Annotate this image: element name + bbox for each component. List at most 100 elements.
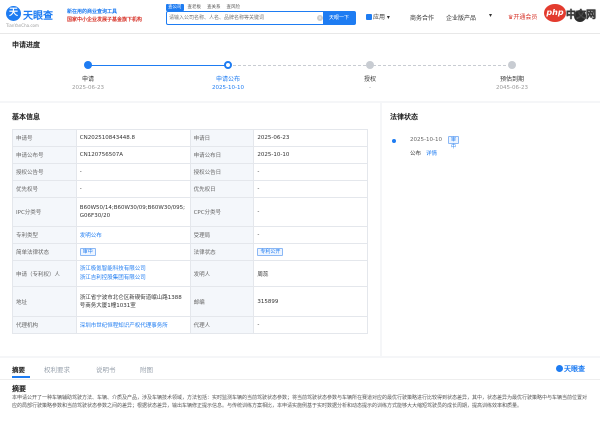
field-value: - <box>253 226 368 244</box>
legal-tag: 审中 <box>448 136 460 150</box>
apps-menu[interactable]: 应用 ▾ <box>366 12 390 21</box>
step-label: 申请公布 <box>215 76 241 83</box>
patent-type-link[interactable]: 发明公布 <box>80 233 102 239</box>
progress-line-done <box>88 65 228 66</box>
watermark-text: 中文网 <box>566 10 596 21</box>
step-date: 2025-06-23 <box>72 85 104 91</box>
field-label: 地址 <box>12 286 77 317</box>
field-value: B60W50/14;B60W30/09;B60W30/095;G06F30/20 <box>75 197 191 227</box>
step-dot-grant <box>366 61 374 69</box>
legal-type: 公布 <box>410 151 422 157</box>
field-value: 浙江省宁波市北仑区新碶街道岷山路1388号商务大厦1幢1031室 <box>75 286 191 317</box>
field-value: 周蕊 <box>253 260 368 287</box>
basic-info-table: 申请号 CN202510843448.8 申请日 2025-06-23 申请公布… <box>12 129 368 334</box>
search-button[interactable]: 天眼一下 <box>323 12 355 24</box>
table-row: 申请号 CN202510843448.8 申请日 2025-06-23 <box>12 129 368 147</box>
field-label: 代理人 <box>189 316 255 334</box>
tab-figures[interactable]: 附图 <box>140 364 153 374</box>
nav-enterprise-products[interactable]: 企业版产品 <box>446 13 476 22</box>
field-value: 2025-06-23 <box>253 129 368 147</box>
field-label: 代理机构 <box>12 316 77 334</box>
table-row: 专利类型 发明公布 受理局 - <box>12 226 368 244</box>
field-label: 专利类型 <box>12 226 77 244</box>
step-label: 授权 <box>363 76 377 83</box>
table-row: 优先权号 - 优先权日 - <box>12 180 368 198</box>
vip-label: 开通会员 <box>513 14 538 21</box>
nav-business-cooperation[interactable]: 商务合作 <box>410 13 434 22</box>
field-label: 受理局 <box>189 226 255 244</box>
field-value: 发明公布 <box>75 226 191 244</box>
field-value: 审中 <box>75 243 191 261</box>
table-row: 申请（专利权）人 浙江极氪智能科技有限公司 浙江吉利控股集团有限公司 发明人 周… <box>12 260 368 287</box>
slogan: 新在用的商业查询工具 国家中小企业发展子基金旗下机构 <box>67 8 163 27</box>
field-value: CN120756507A <box>75 146 191 164</box>
basic-info-title: 基本信息 <box>12 113 40 121</box>
field-value: CN202510843448.8 <box>75 129 191 147</box>
tab-abstract[interactable]: 摘要 <box>12 364 25 374</box>
applicant-link[interactable]: 浙江极氪智能科技有限公司 <box>80 265 187 274</box>
field-value: 专利公开 <box>253 243 368 261</box>
field-label: 申请日 <box>189 129 255 147</box>
field-value: 315899 <box>253 286 368 317</box>
logo-icon: 天 <box>6 6 21 21</box>
field-value: 浙江极氪智能科技有限公司 浙江吉利控股集团有限公司 <box>75 260 191 287</box>
field-value: - <box>75 163 191 181</box>
search-tab-relation[interactable]: 查关系 <box>205 4 223 11</box>
chevron-down-icon: ▾ <box>489 12 493 19</box>
tab-claims[interactable]: 权利要求 <box>44 364 70 374</box>
table-row: 授权公告号 - 授权公告日 - <box>12 163 368 181</box>
logo-domain: TianYanCha.com <box>6 23 39 28</box>
field-label: 申请（专利权）人 <box>12 260 77 287</box>
legal-date: 2025-10-10 <box>410 137 442 143</box>
table-row: 地址 浙江省宁波市北仑区新碶街道岷山路1388号商务大厦1幢1031室 邮编 3… <box>12 286 368 317</box>
field-label: 简单法律状态 <box>12 243 77 261</box>
status-badge: 审中 <box>448 136 460 150</box>
field-label: 授权公告号 <box>12 163 77 181</box>
field-label: CPC分类号 <box>189 197 255 227</box>
field-label: IPC分类号 <box>12 197 77 227</box>
legal-status-title: 法律状态 <box>390 113 418 121</box>
step-dot-publish <box>224 61 232 69</box>
search-tab-boss[interactable]: 查老板 <box>186 4 204 11</box>
agency-link[interactable]: 深圳市世纪恒程知识产权代理事务所 <box>80 323 168 329</box>
field-label: 申请公布号 <box>12 146 77 164</box>
tab-logo-text: 天眼查 <box>564 365 585 373</box>
applicant-link[interactable]: 浙江吉利控股集团有限公司 <box>80 274 187 283</box>
search-box: × 天眼一下 <box>166 11 356 25</box>
field-label: 发明人 <box>189 260 255 287</box>
field-label: 法律状态 <box>189 243 255 261</box>
divider <box>0 379 600 380</box>
field-label: 邮编 <box>189 286 255 317</box>
step-date: - <box>369 85 371 91</box>
abstract-title: 摘要 <box>12 385 26 393</box>
active-tab-indicator <box>12 376 30 378</box>
step-label: 申请 <box>81 76 95 83</box>
field-label: 申请公布日 <box>189 146 255 164</box>
step-label: 预估到期 <box>499 76 525 83</box>
timeline-dot-icon <box>392 139 396 143</box>
tianyancha-logo: 天眼查 <box>556 364 585 374</box>
step-date: 2025-10-10 <box>212 85 244 91</box>
logo-name: 天眼查 <box>23 11 53 22</box>
search-input[interactable] <box>169 13 317 23</box>
table-row: 申请公布号 CN120756507A 申请公布日 2025-10-10 <box>12 146 368 164</box>
apps-grid-icon <box>366 14 372 20</box>
chevron-down-icon: ▾ <box>385 14 390 21</box>
slogan-line-1: 新在用的商业查询工具 <box>67 9 118 15</box>
table-row: 简单法律状态 审中 法律状态 专利公开 <box>12 243 368 261</box>
step-dot-expire <box>508 61 516 69</box>
field-label: 优先权日 <box>189 180 255 198</box>
site-logo[interactable]: 天 天眼查 TianYanCha.com <box>6 6 60 28</box>
detail-link[interactable]: 详情 <box>426 149 437 157</box>
progress-card: 申请进度 申请 申请公布 授权 预估到期 2025-06-23 2025-10-… <box>0 34 600 101</box>
step-dot-apply <box>84 61 92 69</box>
field-value: - <box>253 197 368 227</box>
search-tab-company[interactable]: 查公司 <box>166 4 184 11</box>
field-label: 申请号 <box>12 129 77 147</box>
vip-button[interactable]: ♛开通会员 <box>508 12 537 21</box>
tab-description[interactable]: 说明书 <box>96 364 116 374</box>
content-card: 摘要 权利要求 说明书 附图 天眼查 摘要 本申请公开了一种车辆辅助驾驶方法、车… <box>0 358 600 426</box>
search-tab-risk[interactable]: 查风险 <box>225 4 243 11</box>
logo-icon <box>556 365 563 372</box>
step-date: 2045-06-23 <box>496 85 528 91</box>
